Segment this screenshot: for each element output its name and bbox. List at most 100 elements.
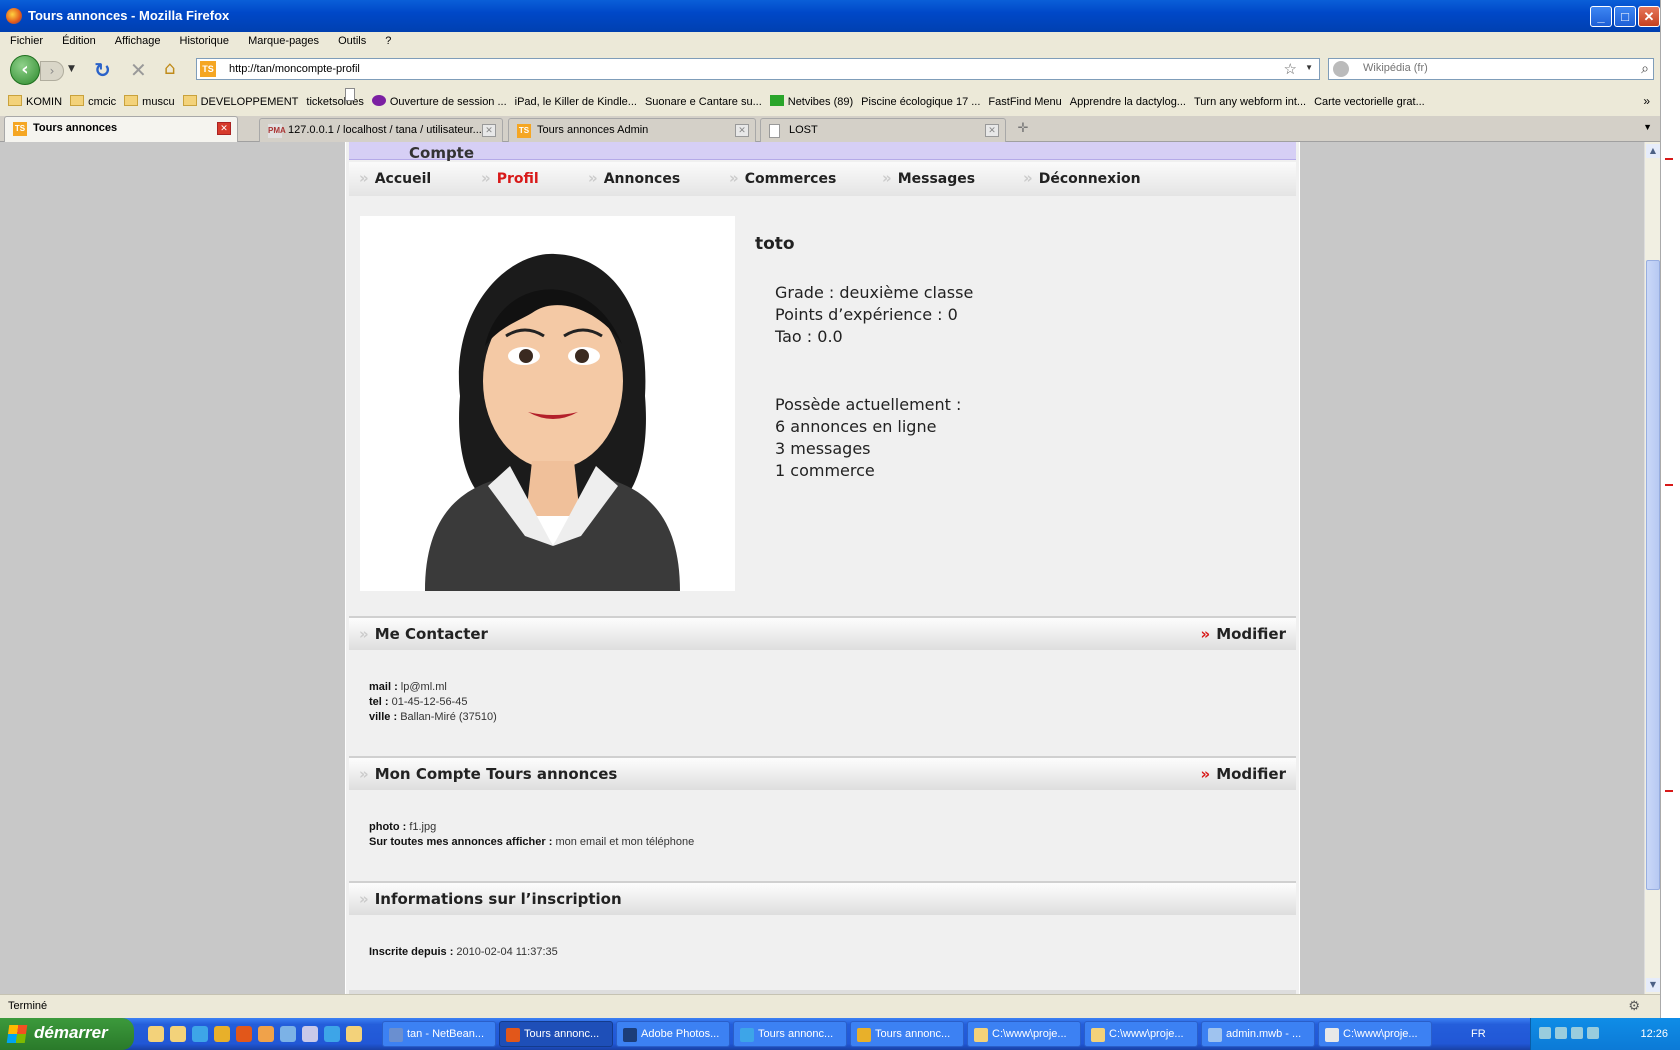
scroll-up-icon[interactable]: ▲: [1646, 144, 1660, 158]
nav-item-profil[interactable]: » Profil: [481, 169, 539, 187]
task-label: Tours annonc...: [524, 1028, 600, 1040]
taskbar-task[interactable]: C:\www\proje...: [1084, 1021, 1198, 1047]
tab-tours-annonces[interactable]: TS Tours annonces ✕: [4, 116, 238, 142]
tray-icon[interactable]: [1571, 1027, 1583, 1039]
scroll-down-icon[interactable]: ▼: [1646, 978, 1660, 992]
bookmark-item[interactable]: iPad, le Killer de Kindle...: [345, 88, 637, 108]
maximize-button[interactable]: □: [1614, 6, 1636, 27]
nav-item-accueil[interactable]: » Accueil: [359, 169, 431, 187]
task-label: C:\www\proje...: [1109, 1028, 1184, 1040]
explorer-quicklaunch-icon[interactable]: [148, 1026, 164, 1042]
folder-quicklaunch-icon[interactable]: [170, 1026, 186, 1042]
menu-help[interactable]: ?: [375, 32, 397, 47]
tab-lost[interactable]: LOST ✕: [760, 118, 1006, 142]
tab-close-icon[interactable]: ✕: [735, 124, 749, 137]
profile-photo: [360, 216, 735, 591]
chrome-quicklaunch-icon[interactable]: [214, 1026, 230, 1042]
url-bar[interactable]: TS http://tan/moncompte-profil ☆ ▼: [196, 58, 1320, 80]
folder2-quicklaunch-icon[interactable]: [346, 1026, 362, 1042]
addon-gear-icon[interactable]: ⚙: [1628, 998, 1640, 1014]
nav-item-commerces[interactable]: » Commerces: [729, 169, 836, 187]
bookmarks-overflow-icon[interactable]: »: [1643, 94, 1650, 108]
start-button[interactable]: démarrer: [0, 1018, 134, 1050]
tab-close-icon[interactable]: ✕: [217, 122, 231, 135]
language-indicator[interactable]: FR: [1471, 1028, 1486, 1040]
folder-icon: [70, 95, 85, 106]
bookmark-item[interactable]: Netvibes (89): [769, 95, 853, 108]
bookmark-label: iPad, le Killer de Kindle...: [514, 96, 637, 108]
reload-icon[interactable]: ↻: [94, 58, 111, 82]
bookmark-item[interactable]: Carte vectorielle grat...: [345, 88, 1425, 108]
menu-historique[interactable]: Historique: [170, 32, 236, 47]
history-dropdown-icon[interactable]: ▼: [68, 64, 75, 74]
taskbar-task[interactable]: Tours annonc...: [733, 1021, 847, 1047]
menu-marque-pages[interactable]: Marque-pages: [238, 32, 325, 47]
tab-close-icon[interactable]: ✕: [482, 124, 496, 137]
profile-name: toto: [755, 234, 795, 254]
url-dropdown-icon[interactable]: ▼: [1305, 63, 1313, 72]
menu-outils[interactable]: Outils: [328, 32, 372, 47]
menu-affichage[interactable]: Affichage: [105, 32, 167, 47]
contact-edit-link[interactable]: » Modifier: [1200, 625, 1286, 643]
bookmark-item[interactable]: ticketsoldes: [306, 88, 364, 108]
close-window-button[interactable]: ✕: [1638, 6, 1660, 27]
taskbar-task[interactable]: admin.mwb - ...: [1201, 1021, 1315, 1047]
tray-icon[interactable]: [1555, 1027, 1567, 1039]
bookmark-item[interactable]: Piscine écologique 17 ...: [345, 88, 980, 108]
bookmark-item[interactable]: FastFind Menu: [345, 88, 1062, 108]
nav-item-annonces[interactable]: » Annonces: [588, 169, 680, 187]
account-edit-link[interactable]: » Modifier: [1200, 765, 1286, 783]
firefox-quicklaunch-icon[interactable]: [236, 1026, 252, 1042]
scrollbar-thumb[interactable]: [1646, 260, 1660, 890]
taskbar-task[interactable]: C:\www\proje...: [967, 1021, 1081, 1047]
url-text[interactable]: http://tan/moncompte-profil: [229, 63, 360, 75]
bookmark-star-icon[interactable]: ☆: [1284, 60, 1297, 78]
search-input[interactable]: [1363, 62, 1623, 74]
search-go-icon[interactable]: ⌕: [1641, 60, 1649, 77]
taskbar-task[interactable]: Tours annonc...: [499, 1021, 613, 1047]
bookmark-item[interactable]: DEVELOPPEMENT: [182, 95, 298, 108]
tab-label: 127.0.0.1 / localhost / tana / utilisate…: [288, 124, 482, 136]
bookmark-label: Apprendre la dactylog...: [1069, 96, 1186, 108]
tab-tours-annonces-admin[interactable]: TS Tours annonces Admin ✕: [508, 118, 756, 142]
bookmark-item[interactable]: Suonare e Cantare su...: [345, 88, 762, 108]
user-quicklaunch-icon[interactable]: [258, 1026, 274, 1042]
chevron-icon: »: [481, 169, 491, 187]
taskbar-task[interactable]: tan - NetBean...: [382, 1021, 496, 1047]
new-tab-icon[interactable]: ✛: [1008, 120, 1038, 140]
search-engine-icon[interactable]: [1333, 61, 1349, 77]
tab-phpmyadmin[interactable]: PMA 127.0.0.1 / localhost / tana / utili…: [259, 118, 503, 142]
taskbar-task[interactable]: C:\www\proje...: [1318, 1021, 1432, 1047]
minimize-button[interactable]: _: [1590, 6, 1612, 27]
bookmark-item[interactable]: Ouverture de session ...: [371, 95, 507, 108]
search-bar[interactable]: ⌕: [1328, 58, 1654, 80]
bookmark-item[interactable]: Turn any webform int...: [345, 88, 1307, 108]
bookmark-item[interactable]: KOMIN: [8, 95, 62, 108]
page-title: Mon Compte: [409, 142, 475, 162]
vertical-scrollbar[interactable]: ▲ ▼: [1644, 142, 1660, 994]
menu-edition[interactable]: Édition: [52, 32, 102, 47]
taskbar-task[interactable]: Tours annonc...: [850, 1021, 964, 1047]
forward-button[interactable]: ›: [40, 61, 64, 81]
tool-quicklaunch-icon[interactable]: [302, 1026, 318, 1042]
network-quicklaunch-icon[interactable]: [280, 1026, 296, 1042]
ie2-quicklaunch-icon[interactable]: [324, 1026, 340, 1042]
nav-item-deconnexion[interactable]: » Déconnexion: [1023, 169, 1141, 187]
stop-icon[interactable]: ✕: [130, 58, 147, 82]
bookmark-item[interactable]: muscu: [124, 95, 175, 108]
ie-quicklaunch-icon[interactable]: [192, 1026, 208, 1042]
back-button[interactable]: ‹: [10, 55, 40, 85]
tray-icon[interactable]: [1587, 1027, 1599, 1039]
nav-item-messages[interactable]: » Messages: [882, 169, 975, 187]
home-icon[interactable]: ⌂: [164, 58, 175, 79]
menu-fichier[interactable]: Fichier: [0, 32, 49, 47]
tray-icon[interactable]: [1539, 1027, 1551, 1039]
tab-close-icon[interactable]: ✕: [985, 124, 999, 137]
tab-list-dropdown-icon[interactable]: ▼: [1643, 122, 1652, 132]
bookmark-item[interactable]: Apprendre la dactylog...: [345, 88, 1186, 108]
bookmark-label: Turn any webform int...: [1193, 96, 1307, 108]
bookmark-label: Ouverture de session ...: [389, 96, 507, 108]
profile-stats: Grade : deuxième classe Points d’expérie…: [775, 282, 973, 348]
taskbar-task[interactable]: Adobe Photos...: [616, 1021, 730, 1047]
bookmark-item[interactable]: cmcic: [70, 95, 116, 108]
